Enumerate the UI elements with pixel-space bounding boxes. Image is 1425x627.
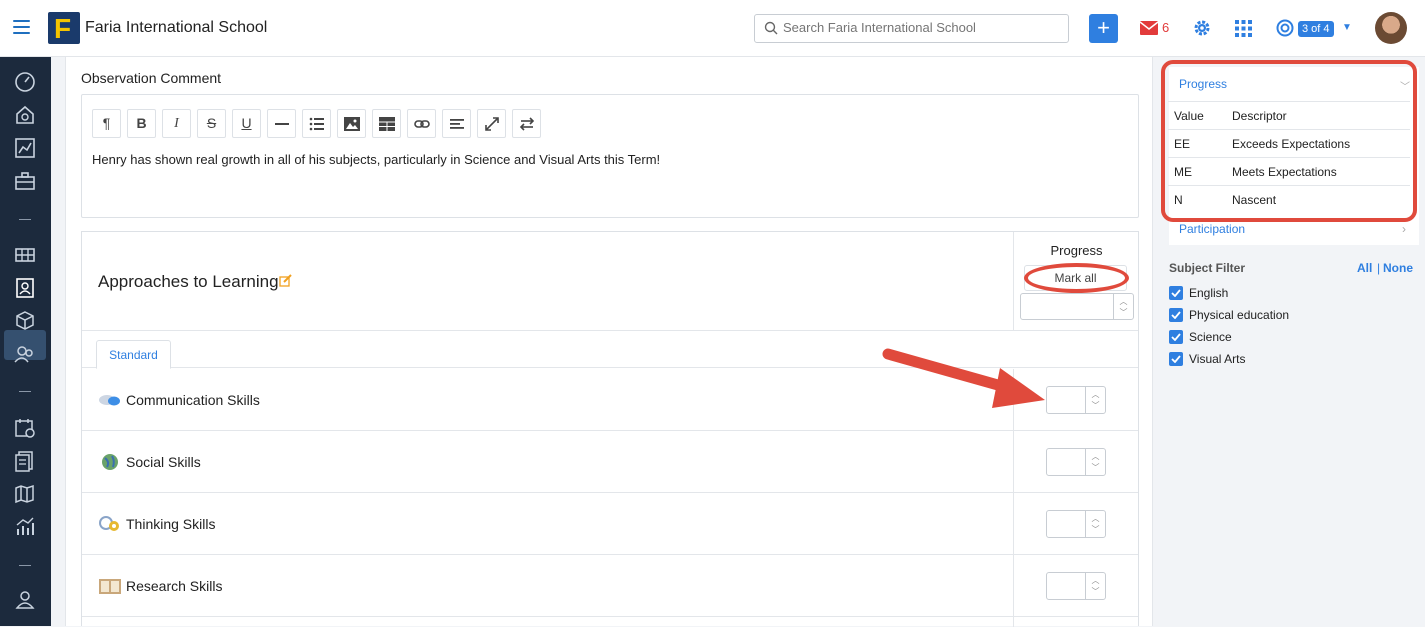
fullscreen-icon[interactable] — [477, 109, 506, 138]
reports-icon[interactable] — [12, 448, 38, 474]
skill-label: Research Skills — [126, 578, 223, 594]
table-icon[interactable] — [372, 109, 401, 138]
observation-comment-text[interactable]: Henry has shown real growth in all of hi… — [92, 152, 660, 167]
progress-header-label: Progress — [1050, 243, 1103, 258]
users-icon[interactable] — [12, 341, 38, 367]
checkbox-checked-icon[interactable] — [1169, 352, 1183, 366]
subject-label: Physical education — [1189, 308, 1290, 322]
table-row: Thinking Skills ︿ ﹀ — [82, 493, 1138, 555]
page-count-badge[interactable]: 3 of 4 — [1298, 21, 1334, 37]
list-icon[interactable] — [302, 109, 331, 138]
tab-standard[interactable]: Standard — [96, 340, 171, 369]
subject-label: English — [1189, 286, 1229, 300]
strikethrough-icon[interactable]: S — [197, 109, 226, 138]
observation-comment-label: Observation Comment — [81, 70, 222, 86]
checkbox-checked-icon[interactable] — [1169, 330, 1183, 344]
skill-label: Social Skills — [126, 454, 201, 470]
calendar-icon[interactable] — [12, 415, 38, 441]
bold-icon[interactable]: B — [127, 109, 156, 138]
search-box[interactable] — [754, 14, 1069, 43]
table-row: Social Skills ︿ ﹀ — [82, 431, 1138, 493]
horizontal-rule-icon[interactable] — [267, 109, 296, 138]
select-none-link[interactable]: None — [1383, 261, 1413, 275]
swap-icon[interactable] — [512, 109, 541, 138]
skill-label: Thinking Skills — [126, 516, 216, 532]
sidebar — [0, 57, 51, 626]
analytics-icon[interactable] — [12, 514, 38, 540]
apps-grid-icon[interactable] — [1235, 20, 1252, 37]
school-name[interactable]: Faria International School — [85, 19, 267, 37]
home-icon[interactable] — [12, 102, 38, 128]
chevron-down-icon[interactable]: ▼ — [1342, 22, 1352, 33]
section-title: Approaches to Learning — [98, 272, 279, 291]
mail-icon[interactable] — [1140, 21, 1158, 35]
progress-select[interactable]: ︿ ﹀ — [1046, 572, 1106, 600]
subject-filter-title: Subject Filter — [1169, 261, 1246, 275]
progress-select[interactable]: ︿ ﹀ — [1046, 510, 1106, 538]
sidebar-divider — [19, 219, 31, 220]
gear-icon[interactable] — [1193, 19, 1211, 37]
school-logo[interactable]: F — [48, 12, 80, 44]
spinner-icon[interactable]: ︿ ﹀ — [1085, 511, 1105, 537]
annotation-highlight-box — [1161, 60, 1417, 222]
skill-label: Communication Skills — [126, 392, 260, 408]
spinner-icon[interactable]: ︿ ﹀ — [1085, 449, 1105, 475]
sidebar-divider — [19, 565, 31, 566]
approaches-to-learning-panel: Approaches to Learning Progress Mark all… — [81, 231, 1139, 627]
spinner-icon[interactable]: ︿ ﹀ — [1085, 387, 1105, 413]
select-all-link[interactable]: All — [1357, 261, 1372, 275]
classes-icon[interactable] — [12, 242, 38, 268]
spinner-icon[interactable]: ︿ ﹀ — [1085, 573, 1105, 599]
rich-text-editor[interactable]: ¶ B I S U Henry has shown real growth in… — [81, 94, 1139, 218]
table-row: Research Skills ︿ ﹀ — [82, 555, 1138, 617]
participation-link[interactable]: Participation — [1179, 222, 1245, 236]
italic-icon[interactable]: I — [162, 109, 191, 138]
lifebuoy-icon[interactable] — [1276, 19, 1294, 37]
paragraph-icon[interactable]: ¶ — [92, 109, 121, 138]
search-icon — [764, 21, 778, 35]
user-avatar[interactable] — [1375, 12, 1407, 44]
annotation-arrow-icon — [882, 348, 1045, 408]
globe-icon — [102, 454, 118, 470]
image-icon[interactable] — [337, 109, 366, 138]
logo-letter: F — [54, 13, 72, 44]
edit-icon[interactable] — [279, 274, 292, 287]
map-icon[interactable] — [12, 481, 38, 507]
admin-icon[interactable] — [12, 587, 38, 613]
underline-icon[interactable]: U — [232, 109, 261, 138]
top-bar: F Faria International School + 6 3 of 4 … — [0, 0, 1425, 57]
subject-label: Science — [1189, 330, 1232, 344]
mark-all-select[interactable]: ︿ ﹀ — [1020, 293, 1134, 320]
checkbox-checked-icon[interactable] — [1169, 308, 1183, 322]
checkbox-checked-icon[interactable] — [1169, 286, 1183, 300]
sidebar-divider — [19, 391, 31, 392]
link-icon[interactable] — [407, 109, 436, 138]
chevron-right-icon[interactable]: › — [1402, 222, 1406, 236]
book-icon — [99, 579, 121, 594]
menu-icon[interactable] — [13, 20, 30, 34]
align-icon[interactable] — [442, 109, 471, 138]
subject-label: Visual Arts — [1189, 352, 1246, 366]
filter-separator: | — [1377, 261, 1381, 275]
briefcase-icon[interactable] — [12, 168, 38, 194]
student-profile-icon[interactable] — [12, 275, 38, 301]
atl-header: Approaches to Learning Progress Mark all… — [82, 232, 1138, 331]
progress-select[interactable]: ︿ ﹀ — [1046, 448, 1106, 476]
chart-icon[interactable] — [12, 135, 38, 161]
gears-icon — [99, 516, 119, 531]
cube-icon[interactable] — [12, 308, 38, 334]
annotation-highlight-oval — [1024, 263, 1129, 293]
mail-count[interactable]: 6 — [1162, 20, 1169, 35]
search-input[interactable] — [783, 20, 1063, 35]
add-button[interactable]: + — [1089, 14, 1118, 43]
dashboard-icon[interactable] — [12, 69, 38, 95]
progress-select[interactable]: ︿ ﹀ — [1046, 386, 1106, 414]
communication-icon — [99, 395, 120, 406]
spinner-icon[interactable]: ︿ ﹀ — [1113, 294, 1133, 319]
